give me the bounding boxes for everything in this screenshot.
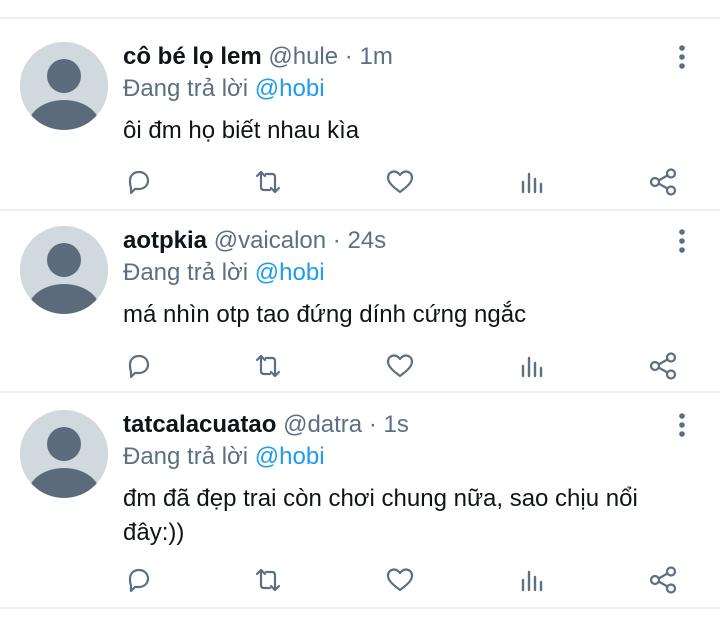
analytics-button[interactable]	[515, 563, 549, 597]
user-handle[interactable]: @datra	[283, 411, 362, 438]
replying-to: Đang trả lời @hobi	[123, 442, 325, 472]
avatar[interactable]	[20, 410, 108, 498]
more-vertical-icon	[679, 413, 685, 437]
more-options-button[interactable]	[672, 411, 692, 441]
retweet-button[interactable]	[251, 563, 285, 597]
replying-to-label: Đang trả lời	[123, 443, 249, 470]
reply-icon	[128, 568, 150, 593]
timestamp[interactable]: 1s	[384, 411, 409, 438]
heart-icon	[386, 568, 414, 592]
separator: ·	[368, 411, 377, 438]
retweet-icon	[255, 568, 281, 592]
default-avatar-icon	[20, 410, 108, 498]
share-button[interactable]	[646, 563, 680, 597]
tweet-actions	[0, 563, 720, 597]
analytics-icon	[521, 570, 543, 592]
display-name[interactable]: tatcalacuatao	[123, 411, 276, 438]
mention-link[interactable]: @hobi	[255, 443, 325, 470]
like-button[interactable]	[383, 563, 417, 597]
tweet-text: đm đã đẹp trai còn chơi chung nữa, sao c…	[123, 485, 638, 546]
tweet-header: tatcalacuatao @datra · 1s	[123, 410, 409, 440]
divider	[0, 607, 720, 609]
tweet-reply[interactable]: tatcalacuatao @datra · 1s Đang trả lời @…	[0, 0, 720, 607]
share-icon	[649, 566, 677, 594]
reply-button[interactable]	[122, 563, 156, 597]
